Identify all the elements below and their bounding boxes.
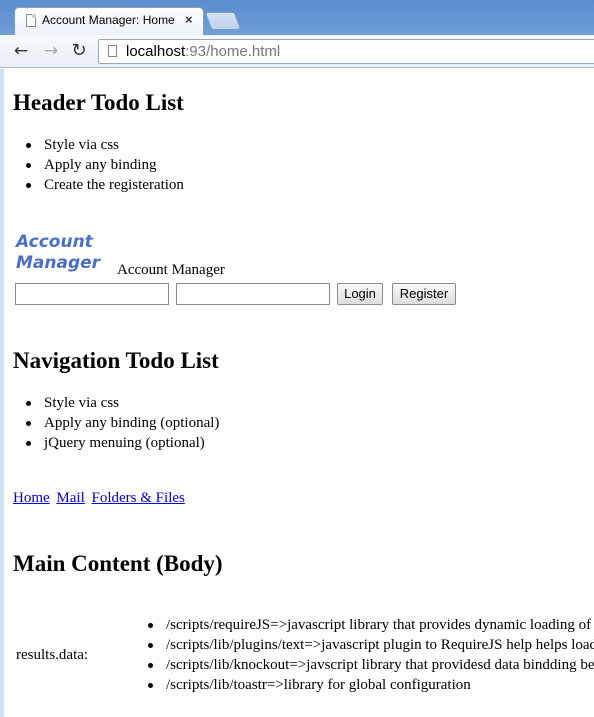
header-todo-list: Style via css Apply any binding Create t…	[4, 135, 184, 195]
browser-toolbar: ← → ↻ localhost:93/home.html	[0, 35, 594, 68]
close-icon[interactable]: ×	[185, 12, 193, 27]
list-item: /scripts/lib/knockout=>javscript library…	[4, 655, 594, 675]
username-field[interactable]	[15, 283, 169, 305]
navigation-links: Home Mail Folders & Files	[13, 490, 188, 507]
forward-arrow-icon[interactable]: →	[40, 40, 62, 62]
list-item: /scripts/requireJS=>javascript library t…	[4, 615, 594, 635]
list-item: /scripts/lib/plugins/text=>javascript pl…	[4, 635, 594, 655]
header-todo-title: Header Todo List	[13, 90, 184, 115]
list-item: jQuery menuing (optional)	[4, 433, 219, 453]
navigation-todo-list: Style via css Apply any binding (optiona…	[4, 393, 219, 453]
reload-icon[interactable]: ↻	[68, 40, 90, 62]
address-bar[interactable]: localhost:93/home.html	[98, 39, 594, 64]
logo-line: Manager	[16, 253, 101, 273]
nav-link-folders-files[interactable]: Folders & Files	[92, 490, 185, 506]
nav-link-home[interactable]: Home	[13, 490, 50, 506]
account-manager-logo: Account Manager	[16, 232, 100, 274]
tab-title: Account Manager: Home	[42, 13, 175, 27]
list-item: Style via css	[4, 393, 219, 413]
results-list: /scripts/requireJS=>javascript library t…	[4, 615, 594, 695]
logo-caption: Account Manager	[117, 262, 225, 278]
url-host: localhost	[126, 43, 186, 60]
browser-chrome: Account Manager: Home × ← → ↻ localhost:…	[0, 0, 594, 68]
list-item: /scripts/lib/toastr=>library for global …	[4, 675, 594, 695]
back-arrow-icon[interactable]: ←	[10, 40, 32, 62]
url-text[interactable]: localhost:93/home.html	[126, 43, 280, 60]
list-item: Style via css	[4, 135, 184, 155]
url-port: :93	[185, 43, 207, 60]
page-content: Header Todo List Style via css Apply any…	[0, 69, 594, 717]
login-button[interactable]: Login	[337, 283, 383, 305]
page-icon	[108, 45, 117, 57]
tab-strip: Account Manager: Home ×	[0, 0, 594, 35]
register-button[interactable]: Register	[392, 283, 456, 305]
navigation-todo-title: Navigation Todo List	[13, 348, 219, 373]
new-tab-button[interactable]	[204, 12, 242, 30]
url-path: /home.html	[206, 43, 281, 60]
page-icon	[26, 14, 36, 27]
nav-link-mail[interactable]: Mail	[56, 490, 84, 506]
password-field[interactable]	[176, 283, 330, 305]
list-item: Create the registeration	[4, 175, 184, 195]
list-item: Apply any binding	[4, 155, 184, 175]
main-content-title: Main Content (Body)	[13, 551, 223, 576]
logo-line: Account	[16, 232, 93, 252]
browser-tab[interactable]: Account Manager: Home ×	[14, 7, 204, 35]
list-item: Apply any binding (optional)	[4, 413, 219, 433]
